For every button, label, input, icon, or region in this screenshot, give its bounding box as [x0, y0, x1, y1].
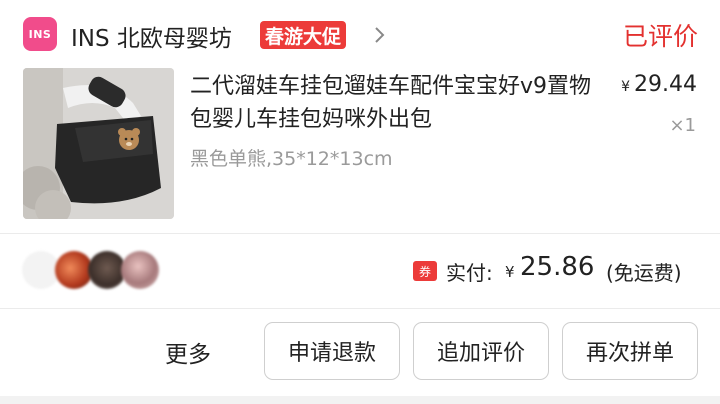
product-photo — [23, 68, 174, 219]
divider — [0, 308, 720, 309]
paid-amount: 25.86 — [520, 252, 595, 282]
promo-badge[interactable]: 春游大促 — [260, 21, 347, 49]
paid-label: 实付: — [446, 261, 493, 285]
price-value: 29.44 — [634, 72, 697, 97]
product-price: ¥29.44 — [621, 72, 697, 97]
shop-name[interactable]: INS 北欧母婴坊 — [71, 19, 232, 53]
coupon-tag: 券 — [413, 261, 437, 281]
bottom-separator — [0, 396, 720, 404]
paid-symbol: ¥ — [505, 263, 515, 281]
shop-logo[interactable]: INS — [23, 17, 57, 51]
append-review-button[interactable]: 追加评价 — [413, 322, 549, 380]
product-spec: 黑色单熊,35*12*13cm — [190, 148, 393, 170]
divider — [0, 233, 720, 234]
product-title[interactable]: 二代溜娃车挂包遛娃车配件宝宝好v9置物包婴儿车挂包妈咪外出包 — [190, 70, 598, 136]
shop-header[interactable]: INS INS 北欧母婴坊 春游大促 已评价 — [0, 0, 720, 68]
refund-button[interactable]: 申请退款 — [264, 322, 400, 380]
order-status: 已评价 — [622, 22, 698, 51]
shipping-note: (免运费) — [606, 261, 682, 285]
group-avatars[interactable] — [22, 251, 162, 289]
product-image[interactable] — [23, 68, 174, 219]
more-button[interactable]: 更多 — [165, 335, 211, 369]
price-symbol: ¥ — [621, 79, 631, 95]
avatar — [121, 251, 159, 289]
reorder-button[interactable]: 再次拼单 — [562, 322, 698, 380]
chevron-right-icon[interactable] — [369, 22, 391, 48]
product-quantity: ×1 — [669, 115, 696, 136]
